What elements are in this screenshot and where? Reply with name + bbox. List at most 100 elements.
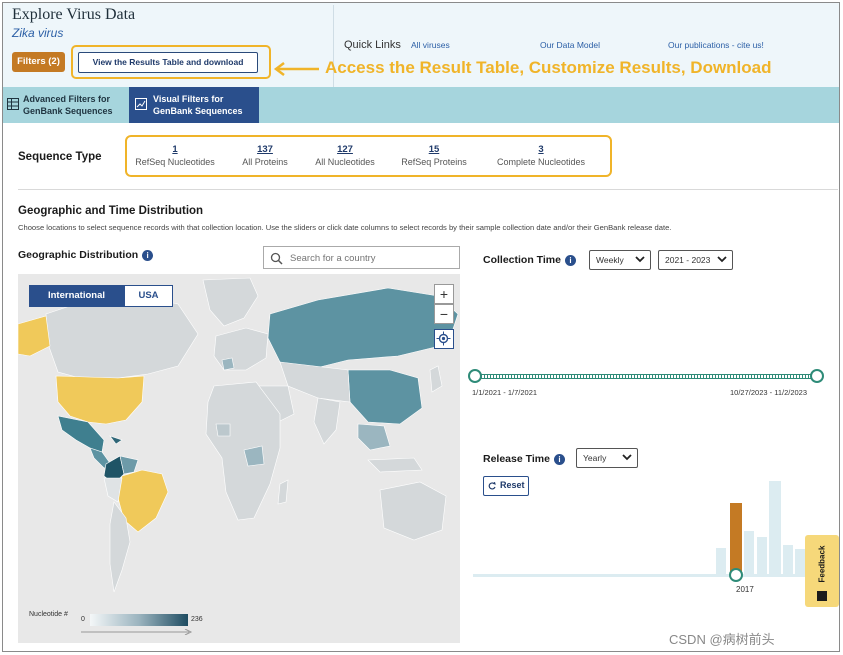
geo-section-description: Choose locations to select sequence reco… bbox=[18, 223, 672, 232]
histogram-bar-selected bbox=[730, 503, 742, 577]
map-country-greenland bbox=[202, 277, 259, 327]
feedback-icon bbox=[817, 591, 827, 601]
world-map[interactable]: International USA + − Nucleotide # 0 236 bbox=[18, 274, 460, 643]
watermark: CSDN @病树前头 bbox=[669, 632, 775, 647]
annotation-text: Access the Result Table, Customize Resul… bbox=[325, 58, 772, 77]
seq-count[interactable]: 3 bbox=[489, 144, 593, 155]
release-time-heading: Release Time i bbox=[483, 453, 565, 465]
chevron-down-icon bbox=[717, 256, 727, 263]
seq-name: Complete Nucleotides bbox=[496, 157, 586, 167]
seq-all-nucleotides[interactable]: 127 All Nucleotides bbox=[309, 144, 381, 167]
seq-all-proteins[interactable]: 137 All Proteins bbox=[231, 144, 299, 167]
legend-arrow-icon bbox=[81, 629, 193, 635]
collection-time-label: Collection Time bbox=[483, 254, 561, 266]
map-country-france bbox=[221, 357, 235, 371]
seq-count[interactable]: 137 bbox=[231, 144, 299, 155]
feedback-label: Feedback bbox=[817, 545, 827, 583]
quick-links-label: Quick Links bbox=[344, 39, 401, 51]
chart-icon bbox=[135, 98, 147, 110]
map-country-central-asia bbox=[279, 361, 351, 403]
histogram-bar bbox=[744, 531, 754, 577]
country-search[interactable] bbox=[263, 246, 460, 269]
chevron-down-icon bbox=[622, 454, 632, 461]
release-interval-value: Yearly bbox=[583, 453, 607, 463]
map-country-west-africa bbox=[215, 423, 231, 437]
country-search-input[interactable] bbox=[290, 251, 455, 265]
seq-name: All Nucleotides bbox=[315, 157, 375, 167]
view-results-button[interactable]: View the Results Table and download bbox=[78, 52, 258, 73]
zoom-out-button[interactable]: − bbox=[434, 304, 454, 324]
map-country-india bbox=[313, 397, 341, 445]
app-frame: Explore Virus Data Zika virus Quick Link… bbox=[2, 2, 840, 652]
histogram-selected-year: 2017 bbox=[736, 585, 754, 594]
map-country-africa bbox=[205, 381, 281, 521]
info-icon[interactable]: i bbox=[553, 453, 565, 465]
tab-advanced-label-1: Advanced Filters for bbox=[23, 94, 111, 104]
collection-range-value: 2021 - 2023 bbox=[665, 255, 711, 265]
locate-button[interactable] bbox=[434, 329, 454, 349]
seq-name: RefSeq Proteins bbox=[401, 157, 467, 167]
collection-interval-value: Weekly bbox=[596, 255, 624, 265]
world-map-canvas[interactable] bbox=[18, 274, 460, 643]
sequence-type-label: Sequence Type bbox=[18, 151, 102, 163]
histogram-bar bbox=[757, 537, 767, 577]
chevron-down-icon bbox=[635, 256, 645, 263]
section-divider bbox=[18, 189, 838, 190]
collection-interval-select[interactable]: Weekly bbox=[589, 250, 651, 270]
collection-time-heading: Collection Time i bbox=[483, 254, 576, 266]
map-country-caribbean bbox=[109, 435, 123, 445]
legend-label: Nucleotide # bbox=[29, 611, 68, 618]
collection-slider-start-handle[interactable] bbox=[468, 369, 482, 383]
quick-link-all-viruses[interactable]: All viruses bbox=[411, 40, 450, 50]
collection-end-label: 10/27/2023 - 11/2/2023 bbox=[730, 388, 808, 397]
tab-visual-filters[interactable]: Visual Filters for GenBank Sequences bbox=[129, 87, 259, 123]
geo-distribution-heading: Geographic Distribution i bbox=[18, 249, 154, 261]
quick-link-data-model[interactable]: Our Data Model bbox=[540, 40, 600, 50]
filters-button[interactable]: Filters (2) bbox=[12, 52, 65, 72]
table-icon bbox=[7, 98, 19, 110]
feedback-button[interactable]: Feedback bbox=[805, 535, 839, 607]
tab-visual-label-2: GenBank Sequences bbox=[153, 106, 243, 116]
quick-link-publications[interactable]: Our publications - cite us! bbox=[668, 40, 764, 50]
tab-advanced-filters[interactable]: Advanced Filters for GenBank Sequences bbox=[3, 87, 125, 123]
histogram-bar bbox=[769, 481, 781, 577]
geo-distribution-label: Geographic Distribution bbox=[18, 249, 139, 261]
info-icon[interactable]: i bbox=[565, 254, 576, 266]
virus-name: Zika virus bbox=[12, 26, 64, 40]
seq-complete-nucleotides[interactable]: 3 Complete Nucleotides bbox=[489, 144, 593, 167]
map-country-china bbox=[347, 369, 423, 425]
collection-range-select[interactable]: 2021 - 2023 bbox=[658, 250, 733, 270]
seq-count[interactable]: 127 bbox=[309, 144, 381, 155]
collection-slider-end-handle[interactable] bbox=[810, 369, 824, 383]
map-country-russia bbox=[267, 287, 459, 371]
collection-slider-track[interactable] bbox=[475, 374, 818, 379]
toggle-international[interactable]: International bbox=[29, 285, 124, 307]
release-interval-select[interactable]: Yearly bbox=[576, 448, 638, 468]
legend-max: 236 bbox=[191, 616, 203, 623]
toggle-usa[interactable]: USA bbox=[124, 285, 173, 307]
page-header: Explore Virus Data Zika virus Quick Link… bbox=[3, 3, 839, 87]
legend-min: 0 bbox=[81, 616, 85, 623]
map-country-southeast-asia bbox=[357, 423, 391, 451]
seq-name: All Proteins bbox=[242, 157, 288, 167]
seq-name: RefSeq Nucleotides bbox=[135, 157, 215, 167]
tab-visual-label-1: Visual Filters for bbox=[153, 94, 224, 104]
seq-count[interactable]: 15 bbox=[398, 144, 470, 155]
tab-advanced-label-2: GenBank Sequences bbox=[23, 106, 113, 116]
release-histogram[interactable] bbox=[473, 473, 808, 585]
geo-section-title: Geographic and Time Distribution bbox=[18, 205, 204, 217]
info-icon[interactable]: i bbox=[142, 249, 154, 261]
seq-refseq-nucleotides[interactable]: 1 RefSeq Nucleotides bbox=[131, 144, 219, 167]
seq-count[interactable]: 1 bbox=[131, 144, 219, 155]
histogram-selection-handle bbox=[729, 568, 743, 582]
release-time-label: Release Time bbox=[483, 453, 550, 465]
search-icon bbox=[270, 252, 283, 265]
map-country-europe bbox=[213, 327, 269, 371]
zoom-in-button[interactable]: + bbox=[434, 284, 454, 304]
histogram-bar bbox=[783, 545, 793, 577]
annotation-arrow-icon bbox=[273, 62, 319, 76]
map-country-indonesia bbox=[367, 457, 423, 473]
seq-refseq-proteins[interactable]: 15 RefSeq Proteins bbox=[398, 144, 470, 167]
page-title: Explore Virus Data bbox=[12, 6, 136, 23]
collection-start-label: 1/1/2021 - 1/7/2021 bbox=[472, 388, 538, 397]
